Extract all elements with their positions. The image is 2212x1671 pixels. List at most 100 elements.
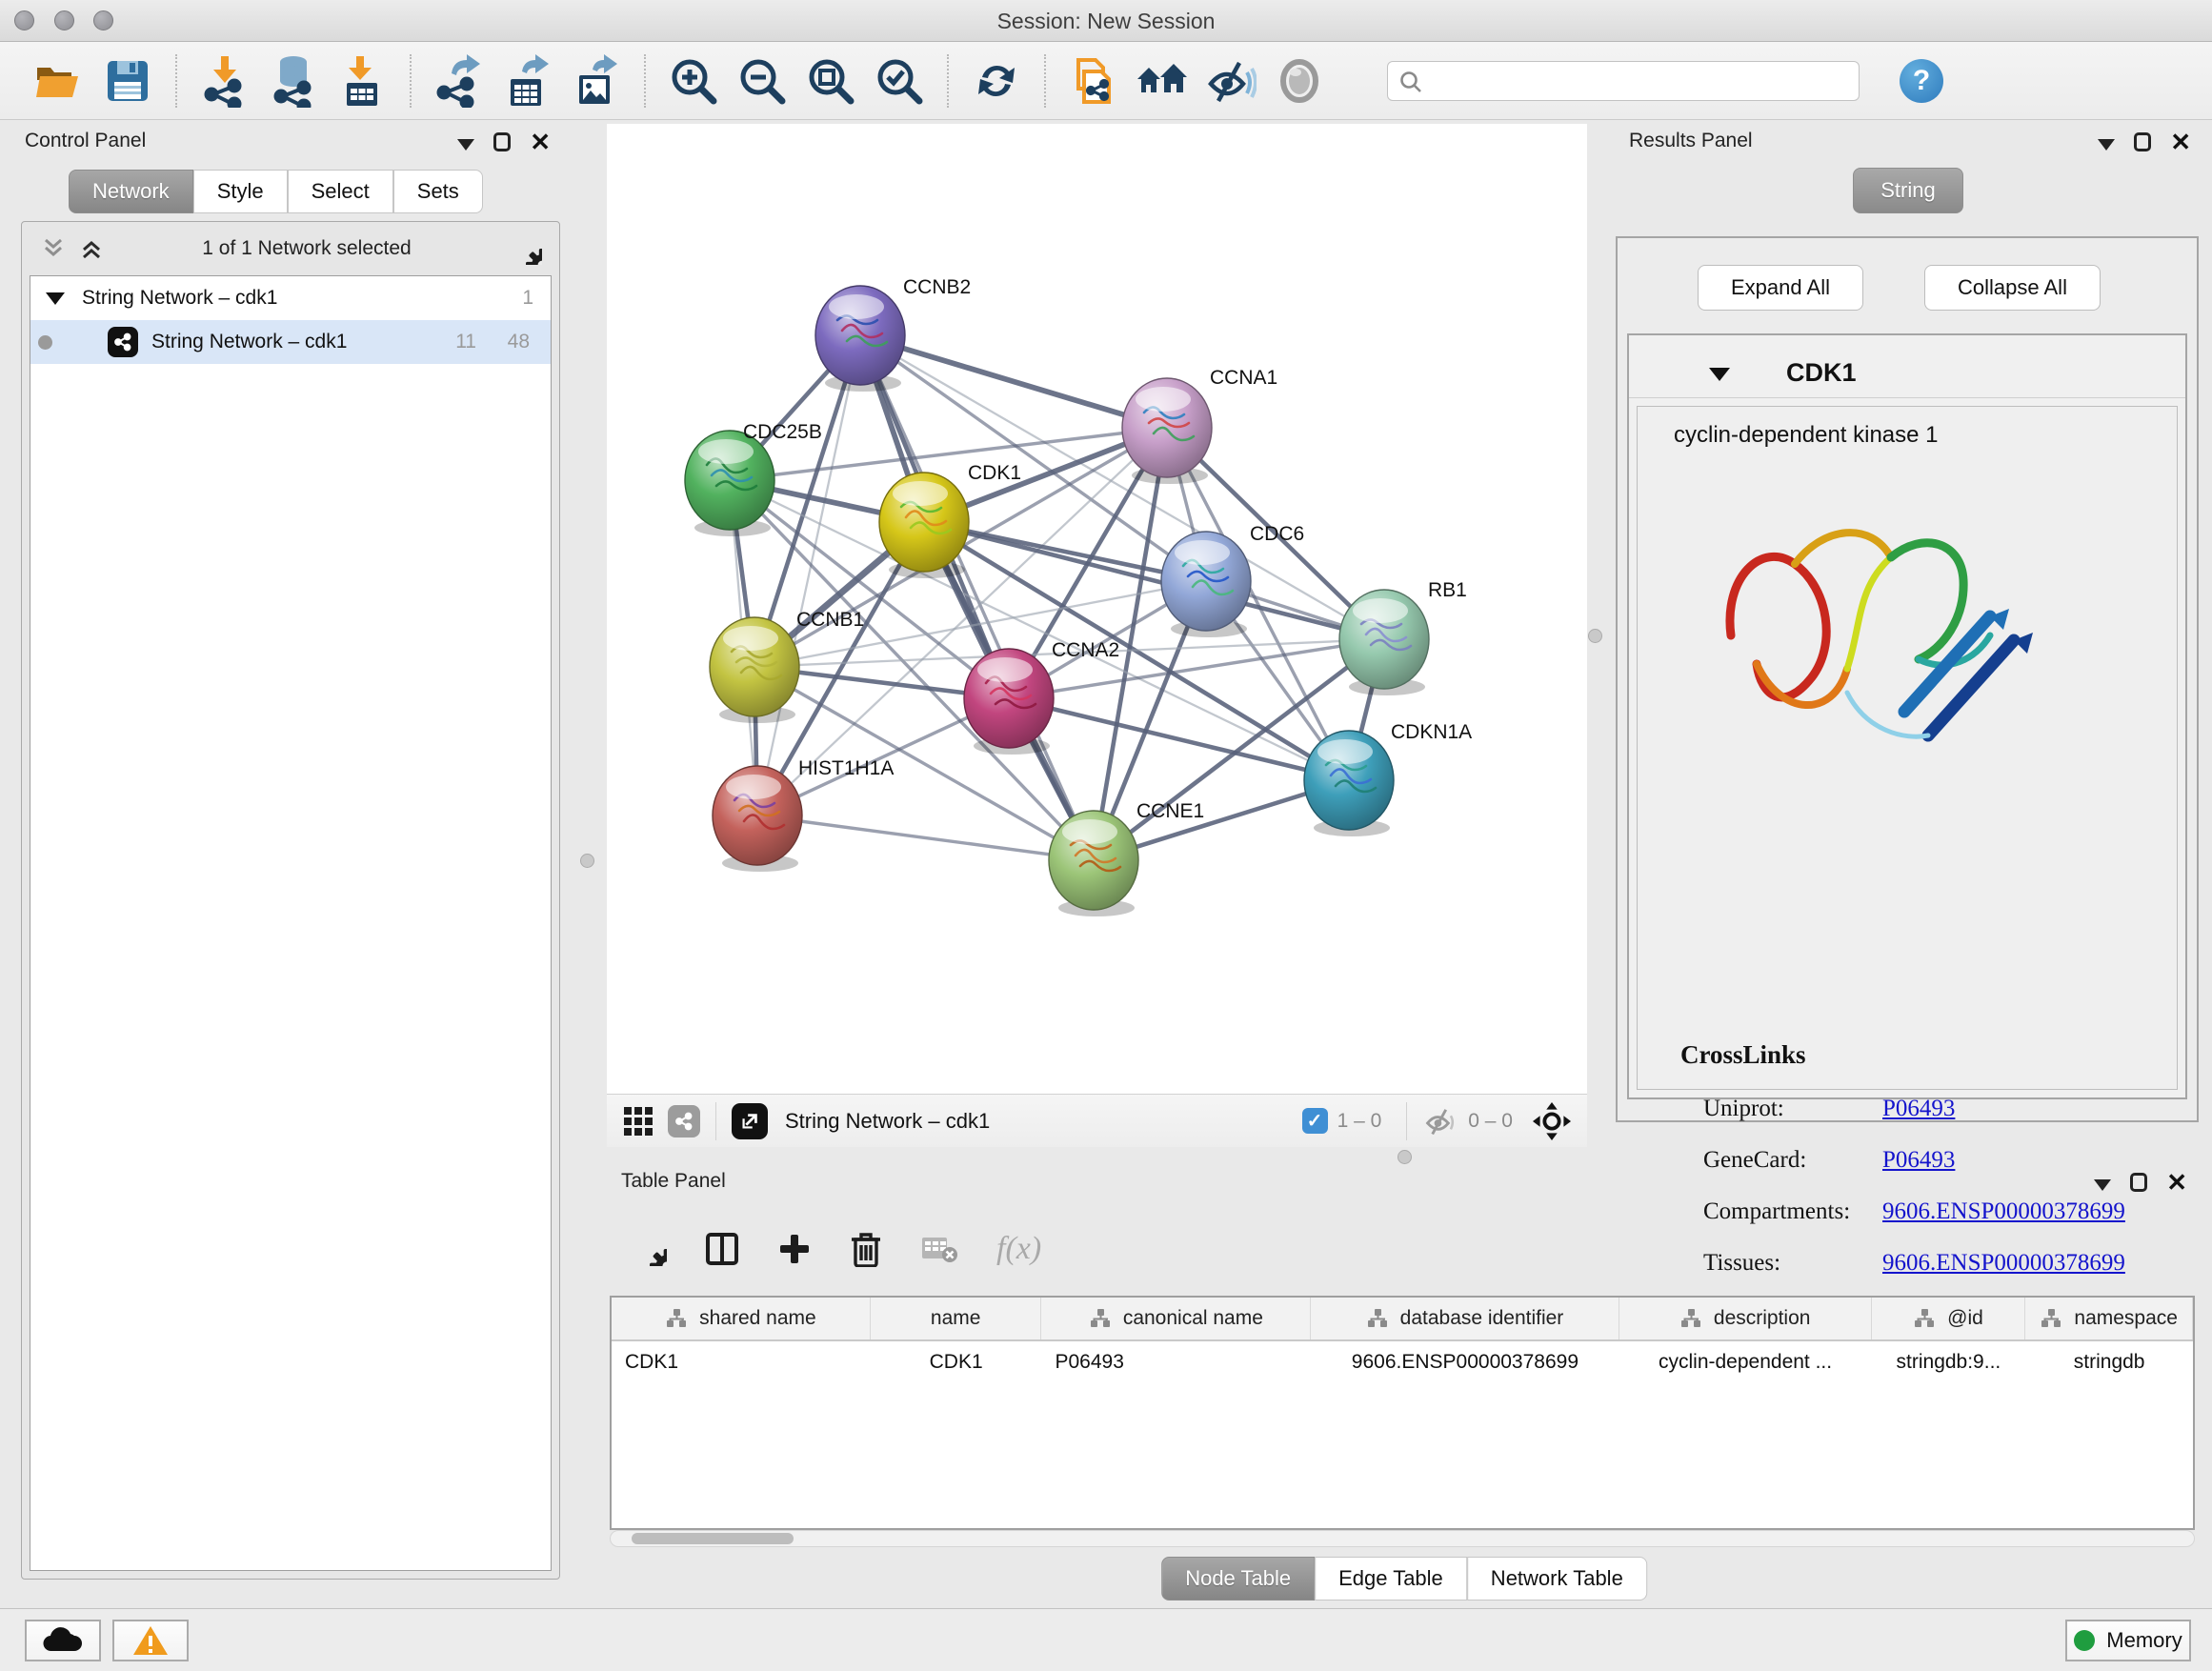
control-panel-collapse-icon[interactable] bbox=[457, 139, 474, 151]
column-header-shared-name[interactable]: shared name bbox=[612, 1298, 871, 1339]
left-splitter-handle[interactable] bbox=[580, 854, 594, 868]
control-panel-float-icon[interactable] bbox=[493, 132, 511, 151]
string-network-icon bbox=[108, 327, 138, 357]
network-label: String Network – cdk1 bbox=[151, 331, 347, 353]
network-node-HIST1H1A[interactable] bbox=[713, 766, 802, 872]
export-image-icon[interactable] bbox=[569, 53, 624, 109]
network-options-gear-icon[interactable] bbox=[510, 232, 542, 265]
protein-structure-image bbox=[1704, 473, 2047, 788]
table-cell: CDK1 bbox=[612, 1341, 871, 1383]
network-edge-CCNB2-CCNA1[interactable] bbox=[860, 335, 1167, 428]
scrollbar-thumb[interactable] bbox=[632, 1533, 794, 1544]
clone-network-icon[interactable] bbox=[1066, 53, 1121, 109]
birds-eye-view-icon[interactable] bbox=[622, 1105, 654, 1137]
hide-selected-icon[interactable] bbox=[1203, 53, 1258, 109]
hidden-node-edge-counts: 0 – 0 bbox=[1468, 1110, 1513, 1133]
results-panel-close-icon[interactable]: ✕ bbox=[2170, 131, 2191, 152]
control-panel-title: Control Panel bbox=[25, 130, 146, 152]
network-node-RB1[interactable] bbox=[1339, 590, 1429, 695]
network-edge-CCNB2-HIST1H1A[interactable] bbox=[757, 335, 860, 815]
cloud-status-button[interactable] bbox=[25, 1620, 101, 1661]
export-table-icon[interactable] bbox=[500, 53, 555, 109]
warnings-button[interactable] bbox=[112, 1620, 189, 1661]
tab-sets[interactable]: Sets bbox=[393, 170, 483, 213]
zoom-fit-content-icon[interactable] bbox=[803, 53, 858, 109]
function-builder-icon: f(x) bbox=[996, 1231, 1041, 1267]
node-label-RB1: RB1 bbox=[1428, 579, 1467, 601]
selected-indicator-checkbox[interactable]: ✓ bbox=[1302, 1108, 1328, 1134]
tab-network[interactable]: Network bbox=[69, 170, 193, 213]
zoom-out-icon[interactable] bbox=[734, 53, 790, 109]
column-header--id[interactable]: @id bbox=[1872, 1298, 2026, 1339]
table-panel-collapse-icon[interactable] bbox=[2094, 1179, 2111, 1191]
network-node-CDKN1A[interactable] bbox=[1304, 731, 1394, 836]
column-header-namespace[interactable]: namespace bbox=[2025, 1298, 2193, 1339]
zoom-in-icon[interactable] bbox=[666, 53, 721, 109]
import-network-from-file-icon[interactable] bbox=[197, 53, 252, 109]
table-horizontal-scrollbar[interactable] bbox=[610, 1530, 2195, 1547]
network-node-CCNB2[interactable] bbox=[815, 286, 905, 392]
column-header-label: database identifier bbox=[1400, 1307, 1564, 1330]
table-panel-close-icon[interactable]: ✕ bbox=[2166, 1172, 2187, 1193]
network-edge-CCNE1-HIST1H1A[interactable] bbox=[757, 815, 1094, 860]
help-icon[interactable]: ? bbox=[1900, 59, 1943, 103]
network-node-CCNA1[interactable] bbox=[1122, 378, 1212, 484]
network-node-CCNB1[interactable] bbox=[710, 617, 799, 723]
node-label-CCNA2: CCNA2 bbox=[1052, 639, 1119, 661]
open-in-browser-icon[interactable] bbox=[732, 1103, 768, 1139]
hidden-indicator-eye-icon[interactable] bbox=[1422, 1106, 1458, 1137]
zoom-selected-region-icon[interactable] bbox=[872, 53, 927, 109]
search-input[interactable] bbox=[1387, 61, 1860, 101]
gene-collapse-icon[interactable] bbox=[1709, 368, 1730, 381]
tab-select[interactable]: Select bbox=[288, 170, 393, 213]
show-columns-icon[interactable] bbox=[705, 1232, 739, 1266]
fit-selected-crosshair-icon[interactable] bbox=[1532, 1101, 1572, 1141]
network-collection-row[interactable]: String Network – cdk1 1 bbox=[30, 276, 551, 320]
collection-expand-icon[interactable] bbox=[46, 292, 65, 305]
delete-column-icon[interactable] bbox=[850, 1231, 882, 1267]
network-node-CCNE1[interactable] bbox=[1049, 811, 1138, 916]
tab-network-table[interactable]: Network Table bbox=[1467, 1557, 1647, 1601]
search-container bbox=[1387, 61, 1860, 101]
string-view-icon[interactable] bbox=[668, 1105, 700, 1137]
table-row[interactable]: CDK1CDK1P064939606.ENSP00000378699cyclin… bbox=[612, 1341, 2193, 1383]
column-header-description[interactable]: description bbox=[1619, 1298, 1872, 1339]
collapse-all-button[interactable]: Collapse All bbox=[1924, 265, 2101, 311]
export-network-icon[interactable] bbox=[432, 53, 487, 109]
import-table-from-file-icon[interactable] bbox=[334, 53, 390, 109]
column-header-name[interactable]: name bbox=[871, 1298, 1042, 1339]
network-node-CDC6[interactable] bbox=[1161, 532, 1251, 637]
create-column-icon[interactable] bbox=[777, 1232, 812, 1266]
tab-edge-table[interactable]: Edge Table bbox=[1315, 1557, 1467, 1601]
tab-string[interactable]: String bbox=[1853, 168, 1963, 213]
expand-all-networks-icon[interactable] bbox=[79, 236, 104, 261]
results-panel-float-icon[interactable] bbox=[2134, 132, 2151, 151]
import-network-from-database-icon[interactable] bbox=[266, 53, 321, 109]
network-node-CDC25B[interactable] bbox=[685, 431, 774, 536]
collapse-all-networks-icon[interactable] bbox=[41, 236, 66, 261]
results-panel-collapse-icon[interactable] bbox=[2098, 139, 2115, 151]
show-all-icon[interactable] bbox=[1272, 53, 1327, 109]
network-canvas[interactable]: CCNB2CCNA1CDC25BCDK1CDC6RB1CCNB1CCNA2CDK… bbox=[607, 124, 1587, 1094]
network-row[interactable]: String Network – cdk1 11 48 bbox=[30, 320, 551, 364]
open-session-icon[interactable] bbox=[31, 53, 87, 109]
network-edge-CCNB2-CCNE1[interactable] bbox=[860, 335, 1094, 860]
column-header-database-identifier[interactable]: database identifier bbox=[1311, 1298, 1619, 1339]
table-options-gear-icon[interactable] bbox=[633, 1232, 667, 1266]
tab-style[interactable]: Style bbox=[193, 170, 288, 213]
gene-header-row[interactable]: CDK1 bbox=[1629, 351, 2185, 398]
control-panel-close-icon[interactable]: ✕ bbox=[530, 131, 551, 152]
first-neighbors-icon[interactable] bbox=[1135, 53, 1190, 109]
horizontal-splitter-handle[interactable] bbox=[1398, 1150, 1412, 1164]
save-session-icon[interactable] bbox=[100, 53, 155, 109]
crosslink-link[interactable]: P06493 bbox=[1882, 1096, 1955, 1122]
tab-node-table[interactable]: Node Table bbox=[1161, 1557, 1315, 1601]
expand-all-button[interactable]: Expand All bbox=[1698, 265, 1863, 311]
table-panel-float-icon[interactable] bbox=[2130, 1173, 2147, 1192]
right-splitter-handle[interactable] bbox=[1588, 629, 1602, 643]
control-panel: Control Panel ✕ Network Style Select Set… bbox=[8, 124, 568, 1580]
refresh-view-icon[interactable] bbox=[969, 53, 1024, 109]
column-header-canonical-name[interactable]: canonical name bbox=[1041, 1298, 1311, 1339]
column-header-label: @id bbox=[1947, 1307, 1983, 1330]
memory-button[interactable]: Memory bbox=[2065, 1620, 2191, 1661]
